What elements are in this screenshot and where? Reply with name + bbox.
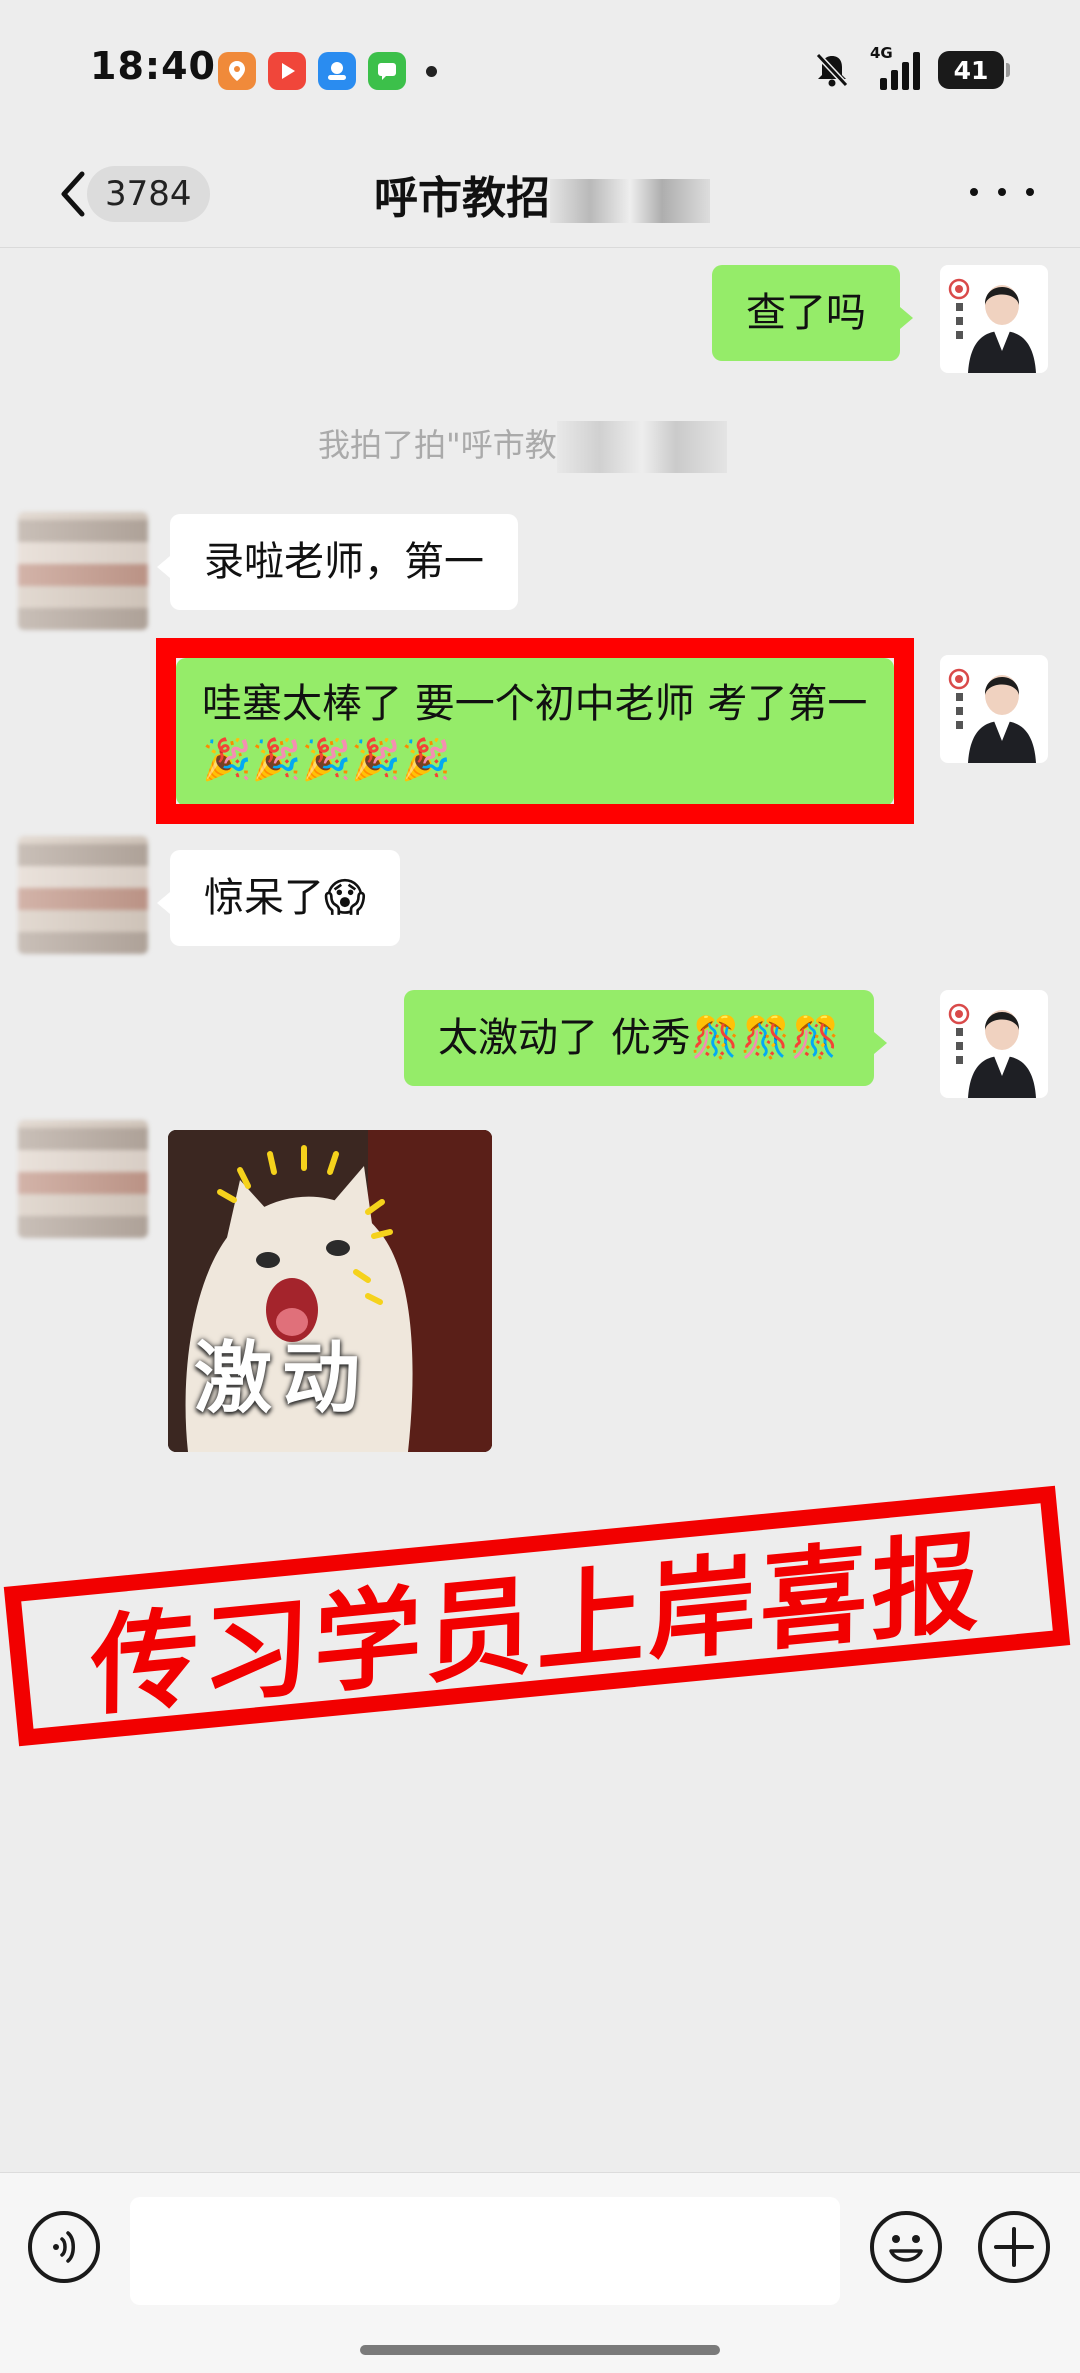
plus-circle-icon (994, 2227, 1034, 2267)
system-notice-text: 我拍了拍"呼市教 (318, 426, 557, 464)
message-text: 惊呆了😱 (204, 875, 366, 921)
maps-app-icon (218, 52, 256, 90)
system-notice: 我拍了拍"呼市教 (318, 420, 727, 473)
chat-title[interactable]: 呼市教招 (374, 162, 710, 226)
chat-title-text: 呼市教招 (374, 173, 550, 224)
message-text: 太激动了 优秀🎊🎊🎊 (438, 1015, 841, 1061)
status-bar: 18:40 4G 41 (0, 0, 1080, 140)
teacher-avatar[interactable] (940, 265, 1048, 373)
cellular-signal-icon: 4G (870, 44, 920, 90)
message-bubble-self[interactable]: 太激动了 优秀🎊🎊🎊 (404, 990, 888, 1086)
network-type-label: 4G (870, 44, 893, 62)
sticker-caption: 激动 (194, 1334, 371, 1424)
message-text: 查了吗 (746, 290, 866, 336)
unread-count-badge[interactable]: 3784 (87, 166, 210, 222)
input-bar (0, 2172, 1080, 2373)
message-bubble-other[interactable]: 惊呆了😱 (157, 850, 400, 946)
message-input[interactable] (130, 2197, 840, 2305)
smiley-icon (889, 2235, 923, 2262)
home-indicator[interactable] (360, 2345, 720, 2355)
student-avatar[interactable] (18, 1120, 148, 1238)
emoji-button[interactable] (870, 2211, 942, 2283)
voice-icon (53, 2231, 75, 2263)
more-horizontal-icon (970, 188, 978, 196)
teacher-avatar[interactable] (940, 655, 1048, 763)
messages-app-icon (368, 52, 406, 90)
cloud-app-icon (318, 52, 356, 90)
status-time: 18:40 (90, 44, 216, 88)
cat-sticker-image[interactable]: 激动 (168, 1130, 492, 1452)
battery-level: 41 (953, 55, 989, 85)
voice-input-button[interactable] (28, 2211, 100, 2283)
more-notifications-dot (426, 65, 437, 77)
status-indicators: 4G 41 (812, 44, 1010, 90)
more-actions-button[interactable] (978, 2211, 1050, 2283)
student-avatar[interactable] (18, 512, 148, 630)
more-options-button[interactable] (970, 170, 1034, 214)
redacted-title-blur (550, 179, 710, 223)
highlight-frame (156, 638, 914, 824)
message-bubble-self[interactable]: 查了吗 (712, 265, 913, 361)
student-avatar[interactable] (18, 836, 148, 954)
success-announcement-stamp: 传习学员上岸喜报 (3, 1485, 1071, 1747)
redacted-notice-blur (556, 421, 727, 473)
stamp-text: 传习学员上岸喜报 (90, 1519, 984, 1732)
battery-icon: 41 (938, 51, 1010, 89)
teacher-avatar[interactable] (940, 990, 1048, 1098)
video-app-icon (268, 52, 306, 90)
bell-slash-icon (815, 52, 849, 88)
status-app-icons (218, 52, 437, 90)
message-text: 录啦老师，第一 (204, 539, 484, 585)
message-bubble-other[interactable]: 录啦老师，第一 (157, 514, 518, 610)
chat-header: 3784 呼市教招 (0, 140, 1080, 248)
